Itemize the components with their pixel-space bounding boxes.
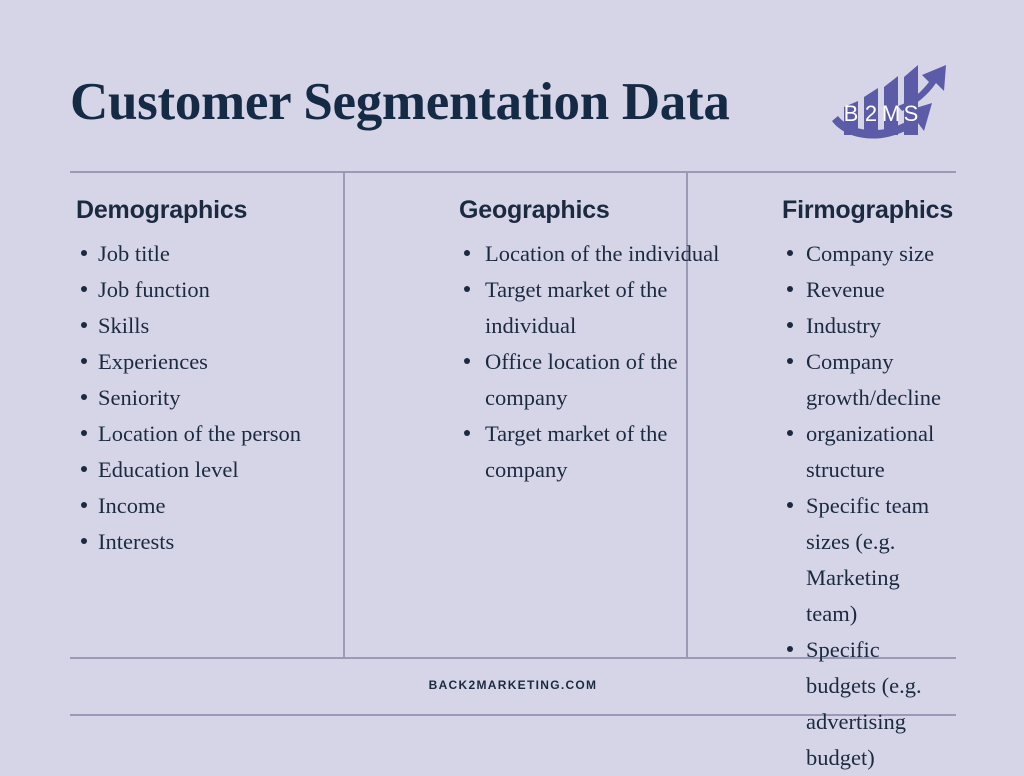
footer-website: BACK2MARKETING.COM [428,678,598,692]
list-item: Skills [76,308,395,344]
list-item: Income [76,488,395,524]
list-item: Target market of the individual [459,272,738,344]
svg-text:M: M [882,101,900,126]
list-item: Company size [782,236,946,272]
list-geographics: Location of the individual Target market… [459,236,738,488]
list-firmographics: Company size Revenue Industry Company gr… [782,236,946,776]
column-firmographics: Firmographics Company size Revenue Indus… [756,171,956,769]
svg-text:S: S [904,101,919,126]
infographic-slide: Customer Segmentation Data B 2 M S Demog… [0,0,1024,770]
list-item: Education level [76,452,395,488]
list-item: Location of the person [76,416,395,452]
column-heading-firmographics: Firmographics [782,196,954,224]
list-item: Office location of the company [459,344,738,416]
list-item: Revenue [782,272,946,308]
svg-text:2: 2 [865,101,877,126]
list-item: Interests [76,524,395,560]
column-demographics: Demographics Job title Job function Skil… [70,171,413,659]
list-item: Job title [76,236,395,272]
column-geographics: Geographics Location of the individual T… [413,171,756,659]
list-item: organizational structure [782,416,946,488]
svg-text:B: B [844,101,859,126]
list-item: Specific budgets (e.g. advertising budge… [782,632,946,776]
list-item: Job function [76,272,395,308]
list-item: Industry [782,308,946,344]
footer: BACK2MARKETING.COM [70,676,956,694]
list-item: Seniority [76,380,395,416]
list-item: Experiences [76,344,395,380]
list-item: Specific team sizes (e.g. Marketing team… [782,488,946,632]
list-demographics: Job title Job function Skills Experience… [76,236,395,560]
logo-letters: B 2 M S [844,101,919,126]
columns-container: Demographics Job title Job function Skil… [70,171,956,769]
page-title: Customer Segmentation Data [70,72,730,131]
column-heading-demographics: Demographics [76,196,248,224]
list-item: Company growth/decline [782,344,946,416]
list-item: Location of the individual [459,236,738,272]
header: Customer Segmentation Data B 2 M S [70,58,956,146]
list-item: Target market of the company [459,416,738,488]
b2ms-logo: B 2 M S [828,61,956,143]
column-heading-geographics: Geographics [459,196,610,224]
